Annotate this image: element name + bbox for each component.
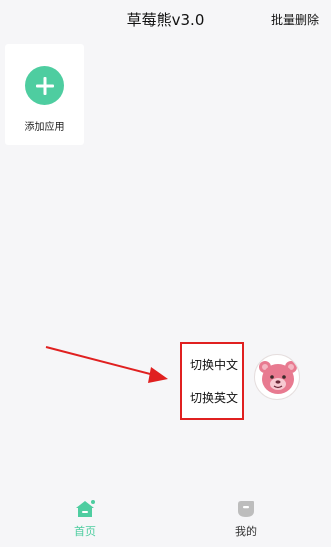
add-icon[interactable] — [25, 66, 64, 105]
batch-delete-button[interactable]: 批量删除 — [271, 11, 319, 28]
home-icon — [76, 500, 95, 517]
avatar[interactable] — [254, 354, 300, 400]
profile-icon — [238, 501, 254, 517]
header: 草莓熊v3.0 批量删除 — [0, 0, 331, 40]
switch-chinese-option[interactable]: 切换中文 — [190, 356, 238, 373]
switch-english-option[interactable]: 切换英文 — [190, 389, 238, 406]
add-app-label: 添加应用 — [24, 122, 65, 133]
tab-home-label: 首页 — [74, 525, 96, 538]
tab-mine[interactable]: 我的 — [216, 498, 276, 539]
language-menu: 切换中文 切换英文 — [180, 342, 244, 420]
add-app-card[interactable]: 添加应用 — [5, 44, 84, 145]
tab-bar: 首页 我的 — [0, 490, 331, 547]
arrow-line — [45, 346, 159, 377]
tab-home[interactable]: 首页 — [55, 498, 115, 539]
tab-mine-label: 我的 — [235, 525, 257, 538]
strawberry-bear-icon — [259, 361, 297, 394]
arrow-head — [148, 367, 168, 383]
